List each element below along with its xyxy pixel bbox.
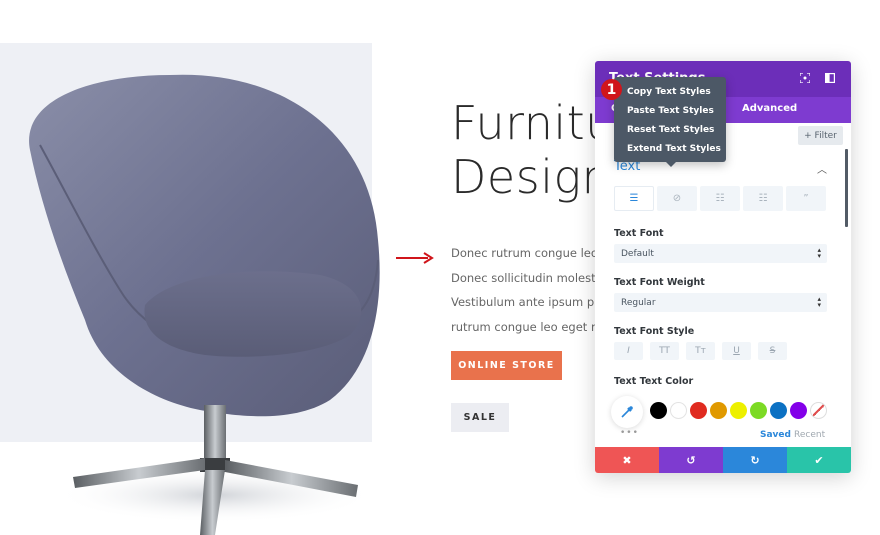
italic-button[interactable]: I <box>614 342 643 360</box>
swatch-purple[interactable] <box>790 402 807 419</box>
menu-item-copy-text-styles[interactable]: Copy Text Styles <box>614 82 726 101</box>
select-arrows-icon: ▴ ▾ <box>817 246 821 260</box>
text-font-select[interactable]: Default ▴ ▾ <box>614 244 827 263</box>
recent-colors-tab[interactable]: Recent <box>794 430 825 440</box>
text-font-weight-value: Regular <box>621 297 656 308</box>
capitalize-button[interactable]: Tт <box>686 342 715 360</box>
arrow-right-icon <box>396 252 434 264</box>
saved-colors-tab[interactable]: Saved <box>760 430 791 440</box>
swatch-yellow[interactable] <box>730 402 747 419</box>
text-font-style-label: Text Font Style <box>614 326 695 337</box>
panel-scrollbar[interactable] <box>845 149 848 227</box>
undo-button[interactable]: ↺ <box>659 447 723 473</box>
strikethrough-button[interactable]: S <box>758 342 787 360</box>
close-icon: ✖ <box>622 453 632 467</box>
text-color-label: Text Text Color <box>614 376 694 387</box>
underline-button[interactable]: U <box>722 342 751 360</box>
link-icon[interactable]: ⊘ <box>657 186 697 211</box>
text-align-group: ☰ ⊘ ☷ ☷ ” <box>614 186 826 211</box>
text-font-weight-label: Text Font Weight <box>614 277 705 288</box>
align-left-button[interactable]: ☰ <box>614 186 654 211</box>
swatch-green[interactable] <box>750 402 767 419</box>
redo-icon: ↻ <box>750 453 760 467</box>
undo-icon: ↺ <box>686 453 696 467</box>
text-font-label: Text Font <box>614 228 664 239</box>
no-color-swatch[interactable] <box>810 402 827 419</box>
more-options-icon[interactable]: ••• <box>620 428 639 438</box>
sale-button[interactable]: SALE <box>451 403 509 432</box>
context-menu: Copy Text Styles Paste Text Styles Reset… <box>614 77 726 167</box>
swatch-black[interactable] <box>650 402 667 419</box>
quote-icon[interactable]: ” <box>786 186 826 211</box>
font-style-group: I TT Tт U S <box>614 342 787 360</box>
swatch-red[interactable] <box>690 402 707 419</box>
ordered-list-icon[interactable]: ☷ <box>743 186 783 211</box>
panel-footer: ✖ ↺ ↻ ✔ <box>595 447 851 473</box>
redo-button[interactable]: ↻ <box>723 447 787 473</box>
color-swatches <box>650 402 827 419</box>
text-font-weight-select[interactable]: Regular ▴ ▾ <box>614 293 827 312</box>
step-badge: 1 <box>601 79 622 100</box>
cancel-button[interactable]: ✖ <box>595 447 659 473</box>
eyedropper-icon <box>621 406 633 418</box>
swatch-orange[interactable] <box>710 402 727 419</box>
check-icon: ✔ <box>814 453 824 467</box>
chevron-up-icon[interactable]: ︿ <box>817 161 827 176</box>
chair-image <box>29 74 380 535</box>
online-store-button[interactable]: ONLINE STORE <box>451 351 562 380</box>
uppercase-button[interactable]: TT <box>650 342 679 360</box>
filter-button[interactable]: + Filter <box>798 126 843 145</box>
menu-pointer <box>666 162 676 167</box>
fullscreen-icon[interactable] <box>799 72 811 84</box>
save-button[interactable]: ✔ <box>787 447 851 473</box>
eyedropper-button[interactable] <box>611 396 643 428</box>
sidebar-toggle-icon[interactable] <box>824 72 836 84</box>
text-font-value: Default <box>621 248 654 259</box>
page: Furniture Design Donec rutrum congue leo… <box>0 0 880 535</box>
unordered-list-icon[interactable]: ☷ <box>700 186 740 211</box>
menu-item-reset-text-styles[interactable]: Reset Text Styles <box>614 120 726 139</box>
menu-item-paste-text-styles[interactable]: Paste Text Styles <box>614 101 726 120</box>
swatch-white[interactable] <box>670 402 687 419</box>
menu-item-extend-text-styles[interactable]: Extend Text Styles <box>614 139 726 158</box>
swatch-blue[interactable] <box>770 402 787 419</box>
tab-advanced[interactable]: Advanced <box>742 103 797 114</box>
select-arrows-icon: ▴ ▾ <box>817 295 821 309</box>
